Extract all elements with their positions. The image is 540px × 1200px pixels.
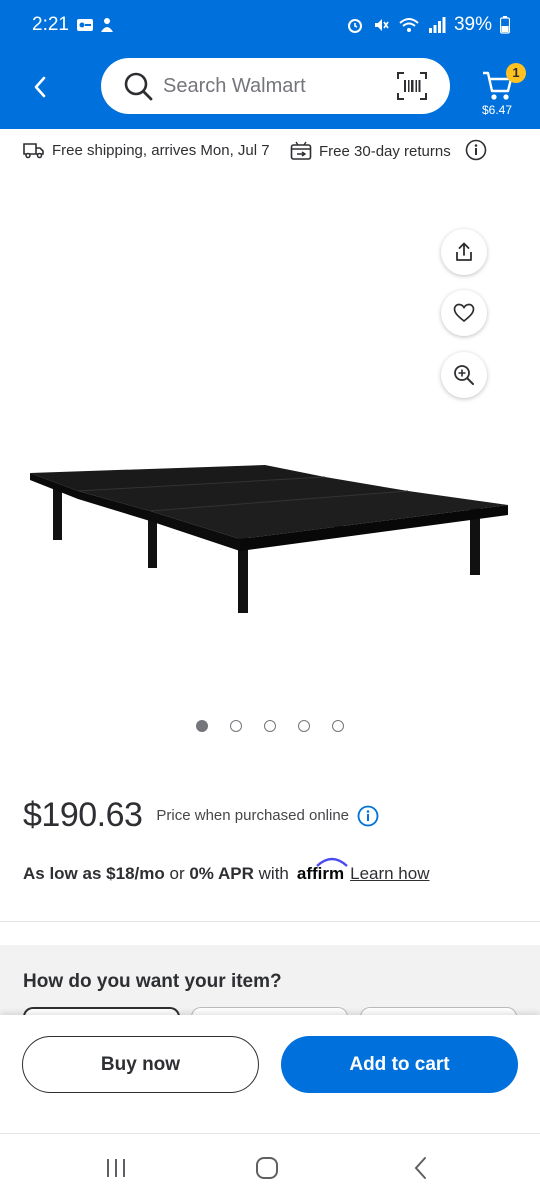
share-icon: [456, 242, 472, 261]
affirm-logo: affirm: [297, 857, 348, 884]
fulfillment-section: How do you want your item?: [0, 945, 540, 1027]
zoom-in-icon: [454, 365, 474, 385]
returns-text: Free 30-day returns: [319, 142, 451, 160]
financing-apr: 0% APR: [189, 864, 254, 883]
signal-icon: [428, 17, 446, 33]
gallery-dot[interactable]: [264, 720, 276, 732]
returns-icon: [290, 141, 312, 160]
chevron-left-icon: [414, 1157, 426, 1179]
favorite-button[interactable]: [441, 290, 487, 336]
info-icon[interactable]: [465, 139, 487, 161]
notification-icons: [76, 17, 114, 33]
financing-prefix: As low as: [23, 864, 102, 883]
battery-icon: [500, 16, 510, 34]
price-row: $190.63 Price when purchased online: [23, 796, 379, 835]
barcode-scanner-icon[interactable]: [396, 71, 428, 101]
back-button[interactable]: [24, 71, 56, 103]
chevron-left-icon: [34, 76, 46, 98]
app-header: Search Walmart 1 $6.47: [0, 55, 540, 129]
gallery-dot[interactable]: [298, 720, 310, 732]
mute-icon: [374, 19, 389, 31]
system-status: 39%: [346, 14, 510, 36]
heart-icon: [453, 303, 475, 323]
financing-or: or: [169, 864, 185, 883]
product-price: $190.63: [23, 796, 143, 834]
delivery-info-row: Free shipping, arrives Mon, Jul 7 Free 3…: [0, 129, 540, 173]
cart-count-badge: 1: [506, 63, 526, 83]
price-note: Price when purchased online: [156, 807, 350, 824]
info-icon[interactable]: [357, 805, 379, 827]
action-bar: Buy now Add to cart: [0, 1015, 540, 1133]
financing-offer: As low as $18/mo or 0% APR with affirm L…: [23, 857, 430, 884]
system-nav-bar: [0, 1133, 540, 1200]
financing-monthly: $18/mo: [106, 864, 165, 883]
section-divider: [0, 921, 540, 922]
truck-icon: [23, 143, 44, 159]
cart-total: $6.47: [482, 103, 513, 117]
product-image-gallery[interactable]: [0, 173, 540, 753]
alarm-icon: [347, 19, 362, 33]
gallery-dot[interactable]: [332, 720, 344, 732]
gallery-pagination: [196, 720, 344, 732]
share-button[interactable]: [441, 229, 487, 275]
search-bar[interactable]: Search Walmart: [101, 58, 450, 114]
wifi-icon: [399, 18, 419, 32]
buy-now-button[interactable]: Buy now: [22, 1036, 259, 1093]
shipping-text: Free shipping, arrives Mon, Jul 7: [52, 141, 270, 159]
fulfillment-title: How do you want your item?: [23, 971, 282, 992]
recent-apps-button[interactable]: [96, 1154, 136, 1182]
key-icon: [77, 19, 93, 31]
recent-apps-icon: [107, 1159, 125, 1177]
returns-info: Free 30-day returns: [290, 141, 451, 161]
add-to-cart-button[interactable]: Add to cart: [281, 1036, 518, 1093]
home-button[interactable]: [247, 1154, 287, 1182]
cart-button[interactable]: 1 $6.47: [478, 61, 528, 121]
status-bar: 2:21 39%: [0, 0, 540, 55]
gallery-dot[interactable]: [230, 720, 242, 732]
affirm-arc-icon: [316, 857, 348, 867]
learn-how-link[interactable]: Learn how: [350, 864, 429, 884]
shipping-info: Free shipping, arrives Mon, Jul 7: [23, 141, 270, 159]
financing-with: with: [258, 864, 289, 883]
home-icon: [256, 1157, 278, 1179]
status-time: 2:21: [32, 14, 69, 35]
battery-percent: 39%: [453, 14, 492, 35]
search-icon: [124, 72, 153, 101]
gallery-dot[interactable]: [196, 720, 208, 732]
person-icon: [101, 18, 113, 32]
system-back-button[interactable]: [400, 1154, 440, 1182]
zoom-button[interactable]: [441, 352, 487, 398]
search-input[interactable]: Search Walmart: [163, 75, 306, 98]
